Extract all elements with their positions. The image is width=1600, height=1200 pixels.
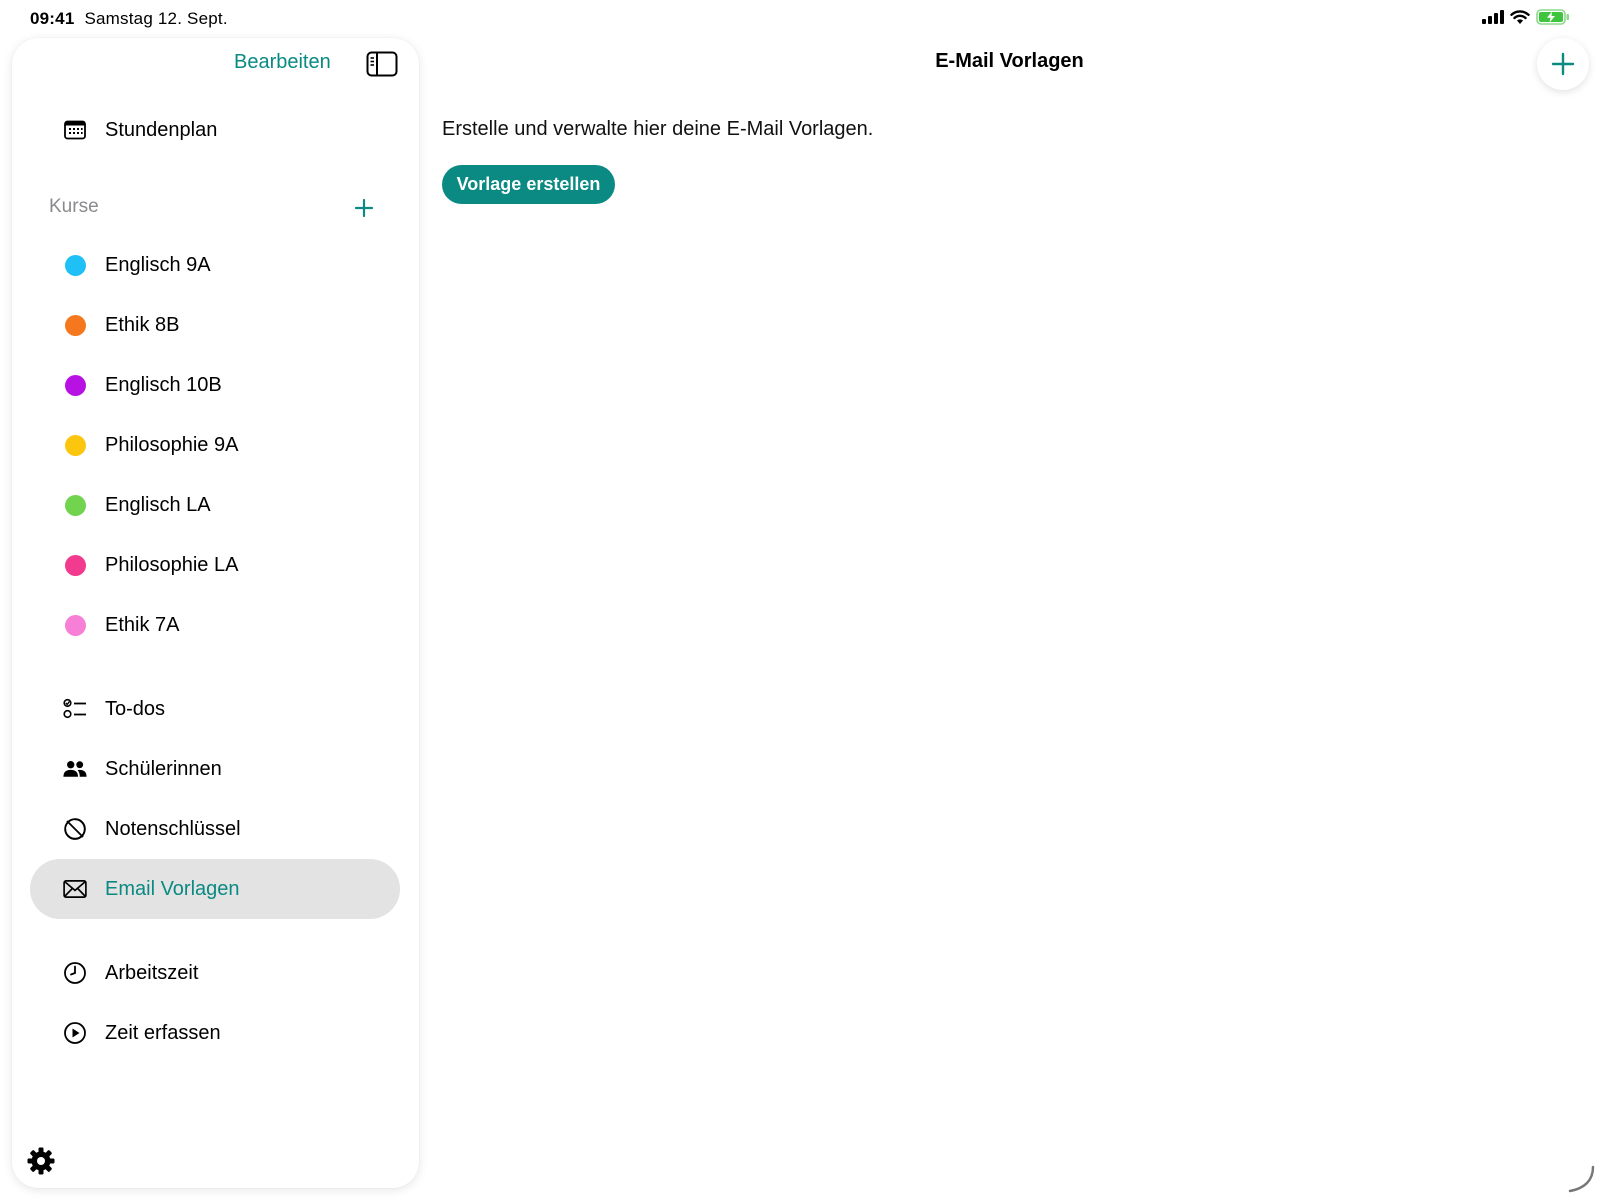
- sidebar-item-label: Email Vorlagen: [105, 877, 240, 900]
- add-template-button[interactable]: [1537, 38, 1589, 90]
- checklist-icon: [63, 697, 87, 721]
- sidebar-item-arbeitszeit[interactable]: Arbeitszeit: [30, 943, 400, 1003]
- sidebar-item-stundenplan[interactable]: Stundenplan: [30, 100, 400, 160]
- resize-handle-icon[interactable]: [1566, 1164, 1596, 1194]
- courses-section-label: Kurse: [49, 196, 99, 217]
- sidebar-item-label: Arbeitszeit: [105, 961, 199, 984]
- sidebar-toolbar: Bearbeiten: [12, 38, 419, 92]
- add-course-icon[interactable]: [350, 194, 378, 222]
- status-date: Samstag 12. Sept.: [84, 9, 228, 28]
- sidebar-item-label: To-dos: [105, 697, 166, 720]
- plus-icon: [1551, 52, 1575, 76]
- status-time: 09:41: [30, 9, 75, 28]
- sidebar-item-course[interactable]: Englisch LA: [30, 475, 400, 535]
- play-circle-icon: [63, 1021, 87, 1045]
- edit-button[interactable]: Bearbeiten: [234, 51, 331, 74]
- course-color-dot: [64, 254, 86, 276]
- sidebar-item-label: Ethik 7A: [105, 613, 180, 636]
- course-color-dot: [64, 614, 86, 636]
- sidebar-item-todos[interactable]: To-dos: [30, 679, 400, 739]
- wifi-icon: [1510, 9, 1530, 24]
- sidebar-item-label: Ethik 8B: [105, 313, 180, 336]
- sidebar-item-label: Stundenplan: [105, 118, 218, 141]
- grade-key-icon: [63, 817, 87, 841]
- sidebar-item-email-vorlagen[interactable]: Email Vorlagen: [30, 859, 400, 919]
- sidebar-item-label: Philosophie LA: [105, 553, 239, 576]
- page-description: Erstelle und verwalte hier deine E-Mail …: [442, 118, 874, 140]
- sidebar-item-course[interactable]: Ethik 7A: [30, 595, 400, 655]
- cellular-signal-icon: [1482, 10, 1504, 24]
- sidebar-item-course[interactable]: Philosophie 9A: [30, 415, 400, 475]
- people-icon: [63, 757, 87, 781]
- sidebar-item-label: Englisch LA: [105, 493, 211, 516]
- status-time-date: 09:41 Samstag 12. Sept.: [30, 9, 228, 29]
- sidebar-toggle-icon[interactable]: [366, 51, 398, 77]
- clock-icon: [63, 961, 87, 985]
- sidebar-item-zeit-erfassen[interactable]: Zeit erfassen: [30, 1003, 400, 1063]
- gear-icon[interactable]: [26, 1146, 56, 1176]
- envelope-icon: [63, 877, 87, 901]
- sidebar-item-schuelerinnen[interactable]: Schülerinnen: [30, 739, 400, 799]
- sidebar-item-course[interactable]: Philosophie LA: [30, 535, 400, 595]
- calendar-icon: [63, 118, 87, 142]
- sidebar-item-course[interactable]: Ethik 8B: [30, 295, 400, 355]
- page-title: E-Mail Vorlagen: [935, 50, 1084, 72]
- sidebar-item-label: Schülerinnen: [105, 757, 222, 780]
- sidebar-item-label: Englisch 10B: [105, 373, 222, 396]
- sidebar-item-notenschluessel[interactable]: Notenschlüssel: [30, 799, 400, 859]
- course-color-dot: [64, 314, 86, 336]
- status-bar: 09:41 Samstag 12. Sept.: [0, 0, 1600, 36]
- course-color-dot: [64, 434, 86, 456]
- battery-charging-icon: [1536, 9, 1569, 25]
- sidebar-item-label: Englisch 9A: [105, 253, 211, 276]
- create-template-button[interactable]: Vorlage erstellen: [442, 165, 615, 204]
- course-color-dot: [64, 494, 86, 516]
- sidebar-item-label: Notenschlüssel: [105, 817, 241, 840]
- sidebar-item-label: Philosophie 9A: [105, 433, 239, 456]
- course-color-dot: [64, 374, 86, 396]
- sidebar: Bearbeiten Stundenplan Kurse Englisch 9A…: [12, 38, 419, 1188]
- status-icons: [1482, 9, 1570, 25]
- sidebar-item-label: Zeit erfassen: [105, 1021, 221, 1044]
- sidebar-item-course[interactable]: Englisch 9A: [30, 235, 400, 295]
- course-color-dot: [64, 554, 86, 576]
- sidebar-item-course[interactable]: Englisch 10B: [30, 355, 400, 415]
